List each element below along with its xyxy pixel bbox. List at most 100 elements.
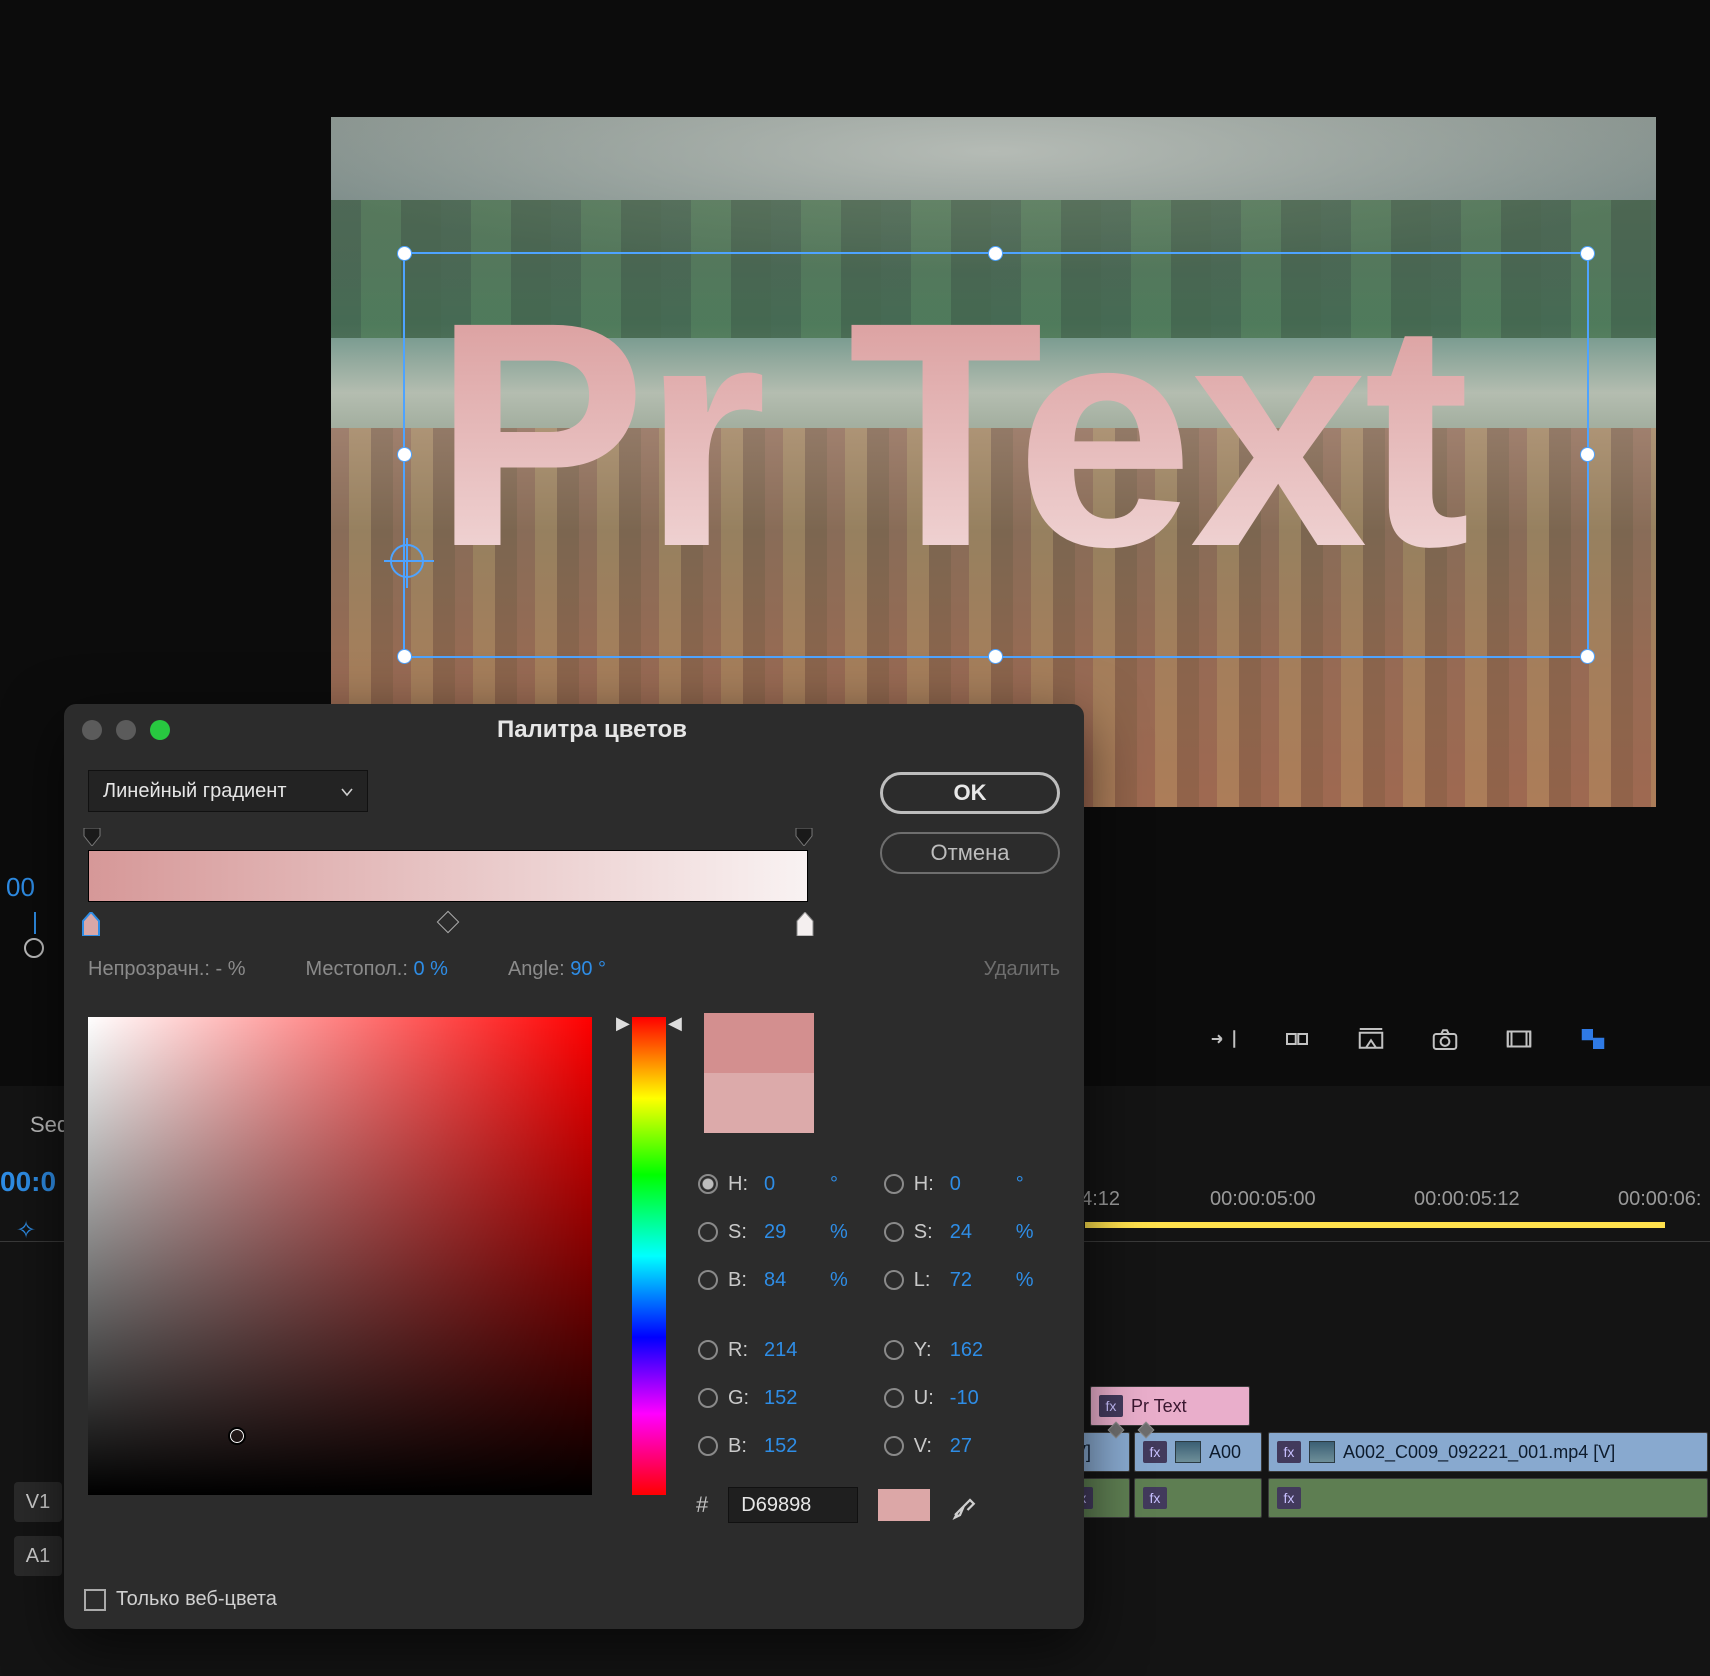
angle-value[interactable]: 90 ° [570, 958, 606, 980]
hsl-h[interactable]: 0 [950, 1173, 1006, 1196]
location-value[interactable]: 0 % [413, 958, 447, 980]
hue-arrow-right-icon: ◀ [668, 1013, 682, 1034]
fx-badge-icon[interactable]: fx [1099, 1395, 1123, 1417]
opacity-label: Непрозрачн.: [88, 958, 210, 980]
text-bounding-box[interactable]: Pr Text [403, 252, 1589, 658]
hsl-l[interactable]: 72 [950, 1269, 1006, 1292]
color-stop-right-icon[interactable] [794, 912, 816, 936]
radio-b[interactable] [698, 1270, 718, 1290]
yuv-u[interactable]: -10 [950, 1387, 1006, 1410]
gradient-editor[interactable] [88, 846, 808, 910]
hex-input[interactable]: D69898 [728, 1487, 858, 1523]
export-frame-icon[interactable] [1354, 1024, 1388, 1054]
color-stop-left-icon[interactable] [80, 912, 102, 936]
eyedropper-icon[interactable] [950, 1490, 980, 1520]
resize-handle-tm[interactable] [988, 246, 1003, 261]
rgb-b[interactable]: 152 [764, 1435, 820, 1458]
hsb-s[interactable]: 29 [764, 1221, 820, 1244]
dialog-titlebar[interactable]: Палитра цветов [64, 704, 1084, 756]
opacity-value: - % [216, 958, 246, 980]
window-controls [82, 720, 170, 740]
left-playhead-circle[interactable] [24, 938, 44, 958]
resize-handle-ml[interactable] [397, 447, 412, 462]
opacity-stop-left-icon[interactable] [82, 828, 102, 846]
opacity-stop-right-icon[interactable] [794, 828, 814, 846]
clip-a1b[interactable]: fx [1134, 1478, 1262, 1518]
yuv-y[interactable]: 162 [950, 1339, 1006, 1362]
fx-badge-icon[interactable]: fx [1143, 1487, 1167, 1509]
picker-area: ▶ ◀ H:0° S:29% B:84% R:214 G:152 B:152 H… [88, 1017, 1060, 1517]
resize-handle-bm[interactable] [988, 649, 1003, 664]
radio-u[interactable] [884, 1388, 904, 1408]
hsb-b[interactable]: 84 [764, 1269, 820, 1292]
zoom-window-icon[interactable] [150, 720, 170, 740]
radio-s2[interactable] [884, 1222, 904, 1242]
fx-badge-icon[interactable]: fx [1277, 1441, 1301, 1463]
track-header-a1[interactable]: A1 [14, 1536, 62, 1576]
yuv-v[interactable]: 27 [950, 1435, 1006, 1458]
rgb-r[interactable]: 214 [764, 1339, 820, 1362]
radio-h[interactable] [698, 1174, 718, 1194]
filmstrip-icon[interactable] [1502, 1024, 1536, 1054]
radio-s[interactable] [698, 1222, 718, 1242]
minimize-window-icon[interactable] [116, 720, 136, 740]
clip-a1c[interactable]: fx [1268, 1478, 1708, 1518]
resize-handle-bl[interactable] [397, 649, 412, 664]
clip-title[interactable]: fx Pr Text [1090, 1386, 1250, 1426]
cancel-button[interactable]: Отмена [880, 832, 1060, 874]
color-value-grid: H:0° S:29% B:84% R:214 G:152 B:152 H:0° … [698, 1167, 1034, 1463]
radio-y[interactable] [884, 1340, 904, 1360]
color-picker-dialog: Палитра цветов OK Отмена Линейный градие… [64, 704, 1084, 1629]
clip-thumb-icon [1309, 1441, 1335, 1463]
radio-r[interactable] [698, 1340, 718, 1360]
radio-h2[interactable] [884, 1174, 904, 1194]
fx-badge-icon[interactable]: fx [1143, 1441, 1167, 1463]
camera-icon[interactable] [1428, 1024, 1462, 1054]
delete-stop-button[interactable]: Удалить [984, 958, 1060, 981]
chevron-down-icon [339, 783, 355, 806]
clip-thumb-icon [1175, 1441, 1201, 1463]
fx-badge-icon[interactable]: fx [1277, 1487, 1301, 1509]
dialog-title: Палитра цветов [170, 716, 1014, 744]
location-label: Местопол.: [306, 958, 408, 980]
sv-cursor-icon[interactable] [228, 1427, 246, 1445]
resize-handle-mr[interactable] [1580, 447, 1595, 462]
hex-row: # D69898 [696, 1487, 980, 1523]
overwrite-icon[interactable] [1280, 1024, 1314, 1054]
resize-handle-br[interactable] [1580, 649, 1595, 664]
web-colors-row: Только веб-цвета [84, 1588, 277, 1611]
gradient-bar[interactable] [88, 850, 808, 902]
left-timecode-fragment: 00 [6, 872, 35, 903]
rgb-g[interactable]: 152 [764, 1387, 820, 1410]
current-color-swatch[interactable] [704, 1073, 814, 1133]
radio-l[interactable] [884, 1270, 904, 1290]
gradient-params: Непрозрачн.: - % Местопол.: 0 % Angle: 9… [88, 958, 1060, 981]
resize-handle-tl[interactable] [397, 246, 412, 261]
resize-handle-tr[interactable] [1580, 246, 1595, 261]
title-text[interactable]: Pr Text [433, 282, 1587, 656]
hsl-s[interactable]: 24 [950, 1221, 1006, 1244]
radio-b2[interactable] [698, 1436, 718, 1456]
gradient-type-value: Линейный градиент [103, 780, 287, 803]
ruler-tick: 00:00:06: [1618, 1188, 1701, 1211]
new-color-swatch[interactable] [704, 1013, 814, 1073]
radio-g[interactable] [698, 1388, 718, 1408]
gradient-type-select[interactable]: Линейный градиент [88, 770, 368, 812]
clip-v1c[interactable]: fx A002_C009_092221_001.mp4 [V] [1268, 1432, 1708, 1472]
insert-icon[interactable] [1206, 1024, 1240, 1054]
work-area-bar[interactable] [1085, 1222, 1665, 1228]
radio-v[interactable] [884, 1436, 904, 1456]
comparison-view-icon[interactable] [1576, 1024, 1610, 1054]
clip-label: A002_C009_092221_001.mp4 [V] [1343, 1442, 1615, 1463]
saturation-value-field[interactable] [88, 1017, 592, 1495]
anchor-point-icon[interactable] [390, 544, 424, 578]
hue-slider[interactable] [632, 1017, 666, 1495]
dialog-buttons: OK Отмена [880, 772, 1060, 874]
close-window-icon[interactable] [82, 720, 102, 740]
clip-v1b[interactable]: fx A00 [1134, 1432, 1262, 1472]
hsb-h[interactable]: 0 [764, 1173, 820, 1196]
midpoint-handle-icon[interactable] [437, 911, 460, 934]
ok-button[interactable]: OK [880, 772, 1060, 814]
track-header-v1[interactable]: V1 [14, 1482, 62, 1522]
web-colors-checkbox[interactable] [84, 1589, 106, 1611]
